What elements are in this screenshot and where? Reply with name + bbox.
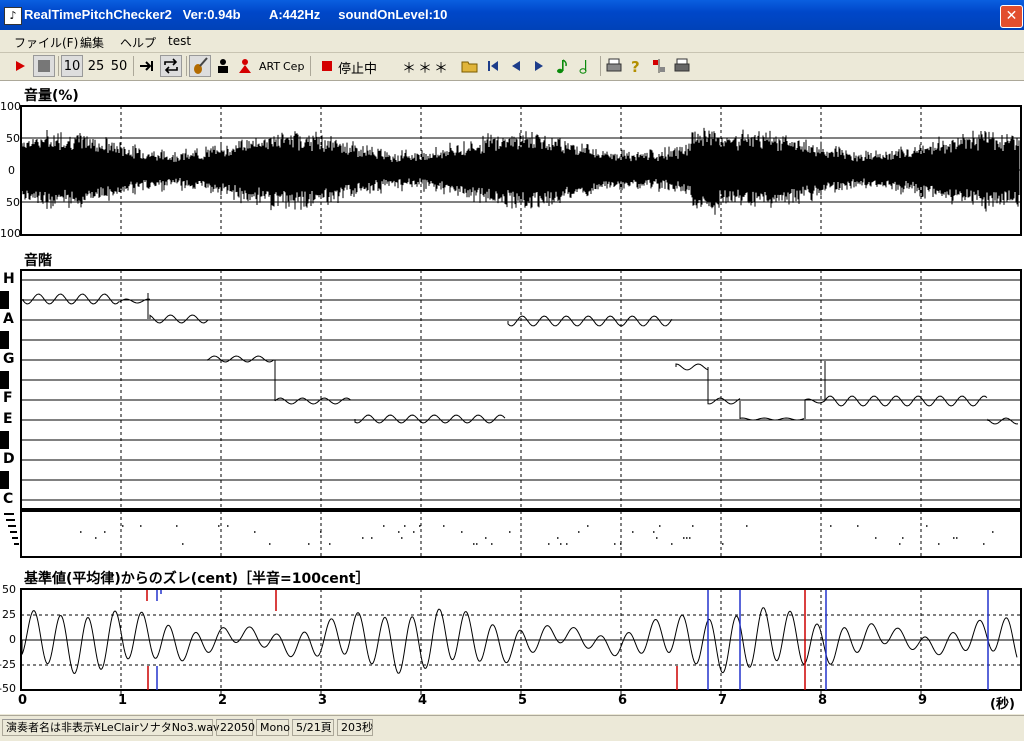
work-area: 音量(%) 100 50 0 50 100 音階 H A G F E D C 基… (0, 81, 1024, 714)
strip-marker (8, 525, 16, 527)
stop-icon (38, 60, 50, 72)
status-file: 演奏者名は非表示¥LeClairソナタNo3.wav (2, 719, 219, 736)
status-label: 停止中 (338, 62, 378, 77)
status-rate: 22050 (216, 719, 255, 736)
next-page-button[interactable] (529, 55, 549, 77)
close-button[interactable]: ✕ (1000, 5, 1023, 28)
prev-icon (512, 61, 520, 71)
split-button[interactable] (649, 55, 669, 77)
speed-10-button[interactable]: 10 (61, 55, 83, 77)
note-outline-button[interactable] (575, 55, 595, 77)
speed-25-button[interactable]: 25 (85, 55, 107, 77)
deviation-trace (21, 607, 1018, 674)
skip-back-icon (488, 61, 498, 71)
open-folder-button[interactable] (460, 55, 480, 77)
next-icon (535, 61, 543, 71)
toolbar: 10 25 50 ART Cep 停止中 ＊＊＊ ? (0, 53, 1024, 81)
printer-setup-icon (674, 58, 690, 72)
speed-50-button[interactable]: 50 (108, 55, 130, 77)
cep-button[interactable]: Cep (282, 55, 304, 77)
plot-frame (20, 269, 1022, 510)
help-button[interactable]: ? (626, 55, 646, 77)
repeat-button[interactable] (160, 55, 182, 77)
title-bar: ♪ RealTimePitchChecker2 Ver:0.94b A:442H… (0, 0, 1024, 30)
app-icon[interactable]: ♪ (4, 7, 22, 25)
pitch-trace (987, 417, 1019, 425)
strip-marker (6, 519, 15, 521)
violin-button[interactable] (189, 55, 211, 77)
jump-end-button[interactable] (137, 55, 157, 77)
pitch-trace (507, 315, 673, 327)
player-black-button[interactable] (213, 55, 233, 77)
art-button[interactable]: ART (258, 55, 280, 77)
play-button[interactable] (10, 55, 30, 77)
music-note-outline-icon (579, 60, 587, 74)
strip-marker (14, 543, 19, 545)
print-setup-button[interactable] (672, 55, 692, 77)
status-channels: Mono (256, 719, 290, 736)
stop-button[interactable] (33, 55, 55, 77)
status-duration: 203秒 (337, 719, 373, 736)
violin-icon (194, 57, 208, 74)
window-title: RealTimePitchChecker2 Ver:0.94b A:442Hz … (24, 7, 448, 22)
player-red-button[interactable] (235, 55, 255, 77)
printer-icon (606, 58, 622, 72)
record-stop-button[interactable] (317, 55, 337, 77)
pitch-trace (707, 397, 741, 405)
menu-edit[interactable]: 編集 (80, 34, 104, 51)
menu-test[interactable]: test (168, 34, 191, 48)
pitch-trace (354, 414, 506, 424)
note-green-button[interactable] (552, 55, 572, 77)
menu-file[interactable]: ファイル(F) (14, 34, 78, 51)
pitch-trace (149, 314, 209, 324)
pitch-trace (824, 395, 988, 407)
note-readout: ＊＊＊ (402, 61, 450, 77)
menu-help[interactable]: ヘルプ (120, 34, 156, 51)
note-strip (80, 525, 994, 545)
person-icon (218, 59, 228, 73)
strip-marker (12, 537, 18, 539)
status-bar: 演奏者名は非表示¥LeClairソナタNo3.wav 22050 Mono 5/… (0, 715, 1024, 741)
first-page-button[interactable] (483, 55, 503, 77)
record-stop-icon (322, 61, 332, 71)
print-button[interactable] (604, 55, 624, 77)
svg-text:?: ? (631, 58, 640, 76)
prev-page-button[interactable] (506, 55, 526, 77)
person-red-icon (239, 59, 251, 73)
folder-icon (461, 61, 478, 73)
strip-marker (4, 513, 14, 515)
pitch-trace (22, 293, 120, 305)
menu-bar: ファイル(F) 編集 ヘルプ test (0, 31, 1024, 53)
jump-end-icon (140, 61, 153, 71)
split-icon (653, 59, 665, 73)
play-icon (16, 61, 25, 71)
status-page: 5/21頁 (292, 719, 334, 736)
repeat-icon (164, 58, 178, 74)
pitch-trace (274, 397, 352, 405)
plot-area (4, 105, 1022, 695)
strip-marker (10, 531, 17, 533)
pitch-trace (675, 363, 709, 371)
pitch-trace (739, 417, 805, 421)
music-note-icon (557, 59, 567, 74)
help-icon: ? (631, 58, 640, 76)
pitch-trace (207, 355, 275, 363)
